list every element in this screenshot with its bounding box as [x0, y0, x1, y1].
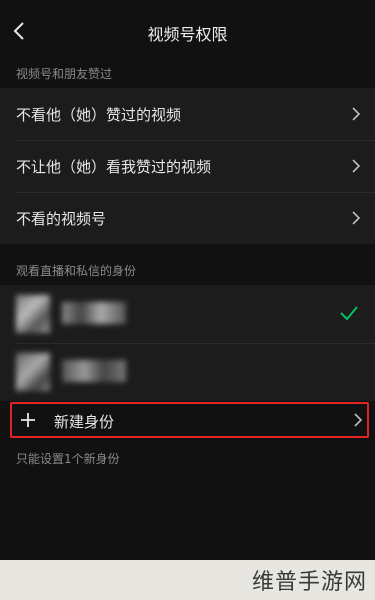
row-label: 不让他（她）看我赞过的视频	[16, 158, 212, 176]
page-title: 视频号权限	[147, 25, 228, 44]
chevron-right-icon	[351, 105, 361, 123]
section-label-identity: 观看直播和私信的身份	[16, 264, 137, 278]
new-identity-button[interactable]: 新建身份	[10, 402, 369, 438]
watermark-bar: 维普手游网	[0, 560, 375, 600]
identity-limit-hint: 只能设置1个新身份	[16, 452, 120, 466]
plus-icon	[21, 413, 35, 427]
new-identity-label: 新建身份	[54, 413, 115, 431]
chevron-right-icon	[353, 411, 363, 429]
divider	[16, 343, 375, 344]
divider	[16, 192, 375, 193]
avatar	[16, 295, 50, 333]
row-label: 不看的视频号	[16, 210, 107, 228]
divider	[16, 140, 375, 141]
row-hide-their-likes[interactable]: 不看他（她）赞过的视频	[0, 88, 375, 140]
top-bar: 视频号权限	[0, 0, 375, 60]
identity-name-redacted	[62, 302, 126, 324]
avatar	[16, 353, 50, 391]
watermark: 维普手游网	[251, 570, 367, 595]
row-hidden-channels[interactable]: 不看的视频号	[0, 192, 375, 244]
identity-card	[0, 285, 375, 401]
chevron-right-icon	[351, 209, 361, 227]
permissions-screen: 视频号权限 视频号和朋友赞过 不看他（她）赞过的视频 不让他（她）看我赞过的视频…	[0, 0, 375, 560]
identity-option[interactable]	[0, 343, 375, 401]
likes-settings-card: 不看他（她）赞过的视频 不让他（她）看我赞过的视频 不看的视频号	[0, 88, 375, 244]
row-label: 不看他（她）赞过的视频	[16, 106, 182, 124]
checkmark-icon	[340, 306, 358, 321]
section-label-likes: 视频号和朋友赞过	[16, 67, 113, 81]
identity-name-redacted	[62, 360, 126, 382]
row-hide-my-likes[interactable]: 不让他（她）看我赞过的视频	[0, 140, 375, 192]
chevron-right-icon	[351, 157, 361, 175]
identity-option[interactable]	[0, 285, 375, 343]
